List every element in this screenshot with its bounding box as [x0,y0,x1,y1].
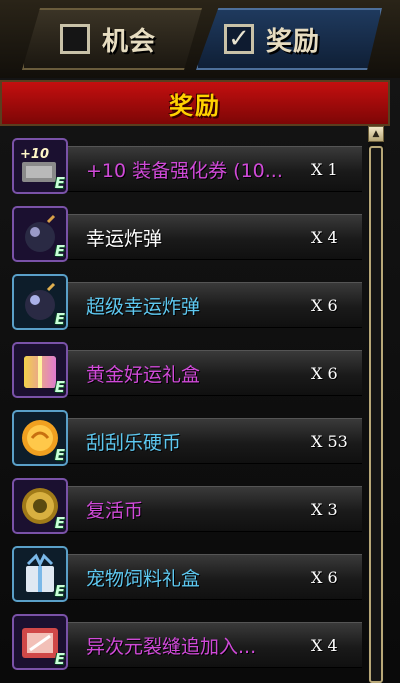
grade-badge: E [54,446,65,464]
item-icon-frame[interactable]: E [12,478,68,534]
grade-badge: E [54,174,65,192]
reward-row[interactable]: +10 E +10 装备强化券 (10... X 1 [8,136,362,196]
item-quantity: X 6 [311,296,338,315]
grade-badge: E [54,378,65,396]
reward-row[interactable]: E 异次元裂缝追加入... X 4 [8,612,362,672]
grade-badge: E [54,242,65,260]
reward-row[interactable]: E 超级幸运炸弹 X 6 [8,272,362,332]
item-icon-frame[interactable]: E [12,206,68,262]
item-icon-frame[interactable]: E [12,342,68,398]
scroll-thumb[interactable] [369,146,383,683]
item-name: 异次元裂缝追加入... [86,636,257,658]
item-name: +10 装备强化券 (10... [86,160,283,182]
grade-badge: E [54,582,65,600]
svg-text:+10: +10 [20,147,49,162]
item-name: 幸运炸弹 [86,228,163,250]
scroll-up-button[interactable]: ▲ [368,126,384,142]
tab-chance[interactable]: 机会 [22,8,202,70]
tab-bar: 机会 ✓ 奖励 [0,0,400,78]
scrollbar[interactable]: ▲ [368,126,384,683]
grade-badge: E [54,310,65,328]
reward-panel: 机会 ✓ 奖励 奖励 +10 E +10 装备强化券 (10... X 1 E 幸运炸弹 X… [0,0,400,683]
triangle-up-icon: ▲ [372,129,380,139]
item-quantity: X 4 [311,636,338,655]
item-quantity: X 1 [311,160,338,179]
header-title: 奖励 [169,91,221,120]
item-icon-frame[interactable]: E [12,410,68,466]
item-quantity: X 3 [311,500,338,519]
item-quantity: X 4 [311,228,338,247]
item-name: 复活币 [86,500,144,522]
item-icon-frame[interactable]: E [12,614,68,670]
reward-row[interactable]: E 复活币 X 3 [8,476,362,536]
item-icon-frame[interactable]: E [12,274,68,330]
grade-badge: E [54,514,65,532]
tab-chance-label: 机会 [102,26,157,57]
tab-reward-label: 奖励 [266,26,321,57]
checkmark-icon: ✓ [228,24,250,54]
reward-checkbox[interactable]: ✓ [224,24,254,54]
item-name: 超级幸运炸弹 [86,296,201,318]
item-name: 宠物饲料礼盒 [86,568,201,590]
item-quantity: X 6 [311,568,338,587]
item-name: 刮刮乐硬币 [86,432,182,454]
reward-list: +10 E +10 装备强化券 (10... X 1 E 幸运炸弹 X 4 E 超级幸运炸弹 X … [8,136,362,683]
reward-header: 奖励 [0,80,390,126]
chance-checkbox[interactable] [60,24,90,54]
item-icon-frame[interactable]: +10 E [12,138,68,194]
item-quantity: X 53 [311,432,348,451]
reward-row[interactable]: E 刮刮乐硬币 X 53 [8,408,362,468]
item-icon-frame[interactable]: E [12,546,68,602]
grade-badge: E [54,650,65,668]
tab-reward[interactable]: ✓ 奖励 [196,8,382,70]
item-name: 黄金好运礼盒 [86,364,201,386]
reward-row[interactable]: E 幸运炸弹 X 4 [8,204,362,264]
reward-row[interactable]: E 宠物饲料礼盒 X 6 [8,544,362,604]
reward-row[interactable]: E 黄金好运礼盒 X 6 [8,340,362,400]
item-quantity: X 6 [311,364,338,383]
